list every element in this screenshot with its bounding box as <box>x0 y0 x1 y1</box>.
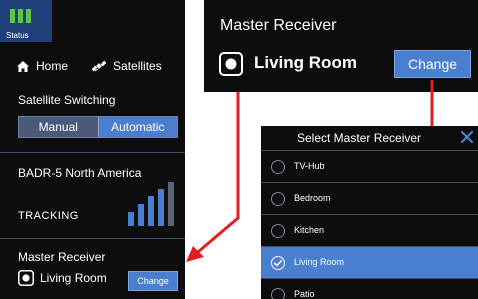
nav-bar: Home Satellites <box>0 50 185 82</box>
list-item[interactable]: Kitchen <box>261 214 478 246</box>
list-item[interactable]: TV-Hub <box>261 150 478 182</box>
status-tile[interactable]: Status <box>0 0 52 42</box>
home-icon <box>17 60 29 72</box>
radio-button[interactable] <box>271 224 285 238</box>
signal-strength-icon <box>128 182 174 226</box>
radio-button[interactable] <box>271 288 285 299</box>
divider <box>0 238 185 239</box>
master-receiver-title-large: Master Receiver <box>220 17 337 34</box>
master-receiver-room: Living Room <box>40 271 107 285</box>
automatic-option[interactable]: Automatic <box>98 117 177 137</box>
nav-home-label: Home <box>36 59 69 73</box>
nav-home[interactable]: Home <box>17 59 68 73</box>
master-receiver-room-large: Living Room <box>254 53 357 72</box>
status-bars-icon <box>10 9 31 23</box>
list-item-selected[interactable]: Living Room <box>261 246 478 278</box>
radio-button[interactable] <box>271 160 285 174</box>
list-item-label: Kitchen <box>294 225 325 235</box>
nav-satellites-label: Satellites <box>113 59 162 73</box>
list-item-label: Living Room <box>294 257 345 267</box>
dialog-header: Select Master Receiver <box>261 126 478 150</box>
receiver-list: TV-Hub Bedroom Kitchen Living Room Patio <box>261 150 478 299</box>
list-item[interactable]: Patio <box>261 278 478 299</box>
dialog-title: Select Master Receiver <box>297 131 422 145</box>
receiver-icon-large <box>219 52 243 76</box>
tracking-status: TRACKING <box>18 210 79 222</box>
satellite-name: BADR-5 North America <box>18 166 142 180</box>
nav-satellites[interactable]: Satellites <box>92 59 162 73</box>
satellite-switching-toggle: Manual Automatic <box>18 116 178 138</box>
list-item-label: TV-Hub <box>294 161 325 171</box>
master-receiver-zoom: Master Receiver Living Room Change <box>204 0 478 92</box>
satellite-switching-title: Satellite Switching <box>18 93 116 107</box>
select-master-receiver-dialog: Select Master Receiver TV-Hub Bedroom Ki… <box>261 126 478 299</box>
list-item[interactable]: Bedroom <box>261 182 478 214</box>
change-button[interactable]: Change <box>128 271 178 291</box>
close-icon[interactable] <box>460 130 474 144</box>
divider <box>0 152 185 153</box>
radio-button[interactable] <box>271 192 285 206</box>
change-button-large[interactable]: Change <box>394 50 471 78</box>
list-item-label: Bedroom <box>294 193 331 203</box>
status-label: Status <box>6 31 29 40</box>
manual-option[interactable]: Manual <box>19 117 99 137</box>
receiver-icon <box>18 270 34 286</box>
master-receiver-title: Master Receiver <box>18 250 106 264</box>
app-panel: Status Home Satellites Satellite Switchi… <box>0 0 185 299</box>
list-item-label: Patio <box>294 289 315 299</box>
satellite-icon <box>92 60 107 71</box>
radio-checked-icon[interactable] <box>271 256 285 270</box>
